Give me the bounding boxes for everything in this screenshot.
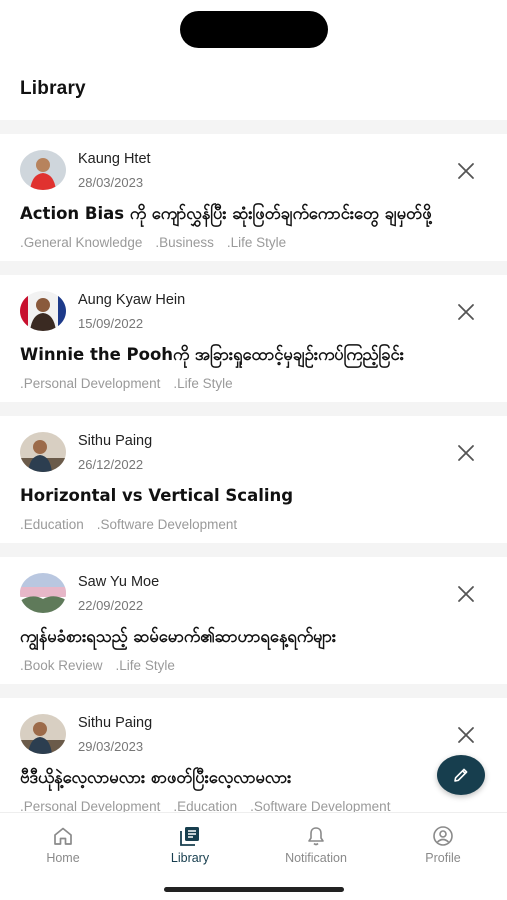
- post-date: 22/09/2022: [78, 598, 144, 613]
- post-card[interactable]: Aung Kyaw Hein 15/09/2022 Winnie the Poo…: [0, 275, 507, 402]
- post-tags: .Personal Development .Life Style: [20, 376, 246, 391]
- post-tag[interactable]: .Education: [173, 799, 237, 812]
- post-date: 29/03/2023: [78, 739, 144, 754]
- avatar: [20, 150, 66, 190]
- post-date: 26/12/2022: [78, 457, 144, 472]
- post-tags: .Book Review .Life Style: [20, 658, 188, 673]
- post-tag[interactable]: .Life Style: [116, 658, 175, 673]
- pencil-icon: [454, 768, 468, 782]
- close-icon: [458, 727, 474, 743]
- post-author: Sithu Paing: [78, 433, 153, 449]
- post-tags: .Education .Software Development: [20, 517, 250, 532]
- library-post-list[interactable]: Kaung Htet 28/03/2023 Action Bias ကို ကျ…: [0, 120, 507, 812]
- library-icon: [140, 825, 240, 847]
- post-title[interactable]: ကျွန်မခံစားရသည့် ဆမ်မောက်၏ဆာဟာရနေ့ရက်မျာ…: [20, 627, 336, 651]
- post-card[interactable]: Saw Yu Moe 22/09/2022 ကျွန်မခံစားရသည့် ဆ…: [0, 557, 507, 684]
- remove-button[interactable]: [455, 301, 477, 323]
- device-notch: [180, 11, 328, 48]
- profile-icon: [393, 825, 493, 847]
- avatar: [20, 432, 66, 472]
- post-tag[interactable]: .Education: [20, 517, 84, 532]
- post-tag[interactable]: .Personal Development: [20, 376, 160, 391]
- nav-library-label: Library: [170, 851, 210, 865]
- post-tag[interactable]: .Business: [155, 235, 214, 250]
- post-tags: .General Knowledge .Business .Life Style: [20, 235, 299, 250]
- post-tag[interactable]: .Life Style: [227, 235, 286, 250]
- nav-profile[interactable]: Profile: [393, 825, 493, 865]
- post-author: Sithu Paing: [78, 715, 153, 731]
- remove-button[interactable]: [455, 583, 477, 605]
- nav-notification[interactable]: Notification: [266, 825, 366, 865]
- avatar: [20, 573, 66, 613]
- nav-notification-label: Notification: [285, 851, 347, 865]
- post-card[interactable]: Sithu Paing 26/12/2022 Horizontal vs Ver…: [0, 416, 507, 543]
- post-card[interactable]: Sithu Paing 29/03/2023 ဗီဒီယိုနဲ့လေ့လာမလ…: [0, 698, 507, 812]
- post-date: 28/03/2023: [78, 175, 144, 190]
- page-title: Library: [20, 78, 86, 99]
- write-post-button[interactable]: [437, 755, 485, 795]
- post-tag[interactable]: .Life Style: [173, 376, 232, 391]
- avatar: [20, 291, 66, 331]
- nav-library[interactable]: Library: [140, 825, 240, 865]
- nav-home-label: Home: [46, 851, 80, 865]
- close-icon: [458, 586, 474, 602]
- post-tag[interactable]: .General Knowledge: [20, 235, 142, 250]
- bell-icon: [266, 825, 366, 847]
- remove-button[interactable]: [455, 442, 477, 464]
- post-tags: .Personal Development .Education .Software…: [20, 799, 403, 812]
- avatar: [20, 714, 66, 754]
- close-icon: [458, 304, 474, 320]
- post-card[interactable]: Kaung Htet 28/03/2023 Action Bias ကို ကျ…: [0, 134, 507, 261]
- close-icon: [458, 445, 474, 461]
- post-tag[interactable]: .Book Review: [20, 658, 103, 673]
- post-author: Aung Kyaw Hein: [78, 292, 186, 308]
- post-title[interactable]: ဗီဒီယိုနဲ့လေ့လာမလား စာဖတ်ပြီးလေ့လာမလား: [20, 768, 291, 792]
- post-tag[interactable]: .Software Development: [250, 799, 390, 812]
- remove-button[interactable]: [455, 724, 477, 746]
- post-title[interactable]: Action Bias ကို ကျော်လွှန်ပြီး ဆုံးဖြတ်ခ…: [20, 204, 432, 228]
- post-title[interactable]: Winnie the Poohကို အခြားရှုထောင့်မှချဉ်း…: [20, 345, 404, 369]
- post-title[interactable]: Horizontal vs Vertical Scaling: [20, 486, 293, 505]
- nav-profile-label: Profile: [425, 851, 461, 865]
- post-date: 15/09/2022: [78, 316, 144, 331]
- home-indicator: [164, 887, 344, 892]
- home-icon: [13, 825, 113, 847]
- post-tag[interactable]: .Software Development: [97, 517, 237, 532]
- post-author: Kaung Htet: [78, 151, 151, 167]
- nav-home[interactable]: Home: [13, 825, 113, 865]
- post-author: Saw Yu Moe: [78, 574, 160, 590]
- remove-button[interactable]: [455, 160, 477, 182]
- post-tag[interactable]: .Personal Development: [20, 799, 160, 812]
- close-icon: [458, 163, 474, 179]
